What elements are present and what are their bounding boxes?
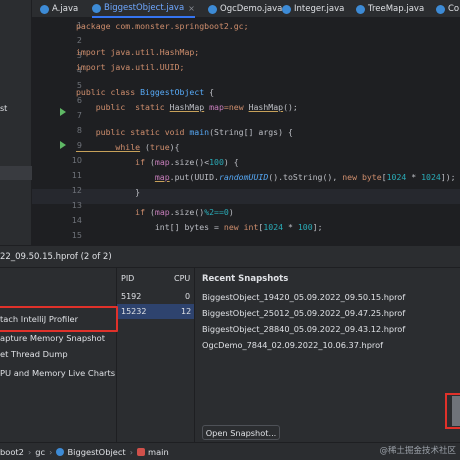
code-line-12: map.put(UUID.randomUUID().toString(), ne… (154, 172, 456, 182)
process-action-menu: tach IntelliJ Profiler apture Memory Sna… (0, 268, 117, 443)
watermark: @稀土掘金技术社区 (379, 446, 456, 456)
tab-treemap-java[interactable]: TreeMap.java (356, 0, 424, 18)
chevron-right-icon: › (27, 446, 32, 457)
breadcrumb-method[interactable]: main (148, 447, 169, 457)
breadcrumb-class[interactable]: BiggestObject (67, 447, 125, 457)
tab-ogcdemo-java[interactable]: OgcDemo.java (208, 0, 282, 18)
live-charts-item[interactable]: PU and Memory Live Charts (0, 368, 115, 378)
highlight-annotation-box-right (445, 393, 460, 429)
class-icon (56, 447, 65, 456)
snapshot-item[interactable]: BiggestObject_28840_05.09.2022_09.43.12.… (202, 324, 405, 334)
method-icon (137, 447, 146, 456)
line-number: 2 (76, 36, 82, 45)
breadcrumb-module[interactable]: boot2 (0, 447, 24, 457)
line-number: 7 (76, 111, 82, 120)
code-area[interactable]: package com.monster.springboot2.gc; impo… (76, 18, 460, 245)
close-icon[interactable]: × (188, 4, 195, 13)
project-tree-text: st (0, 104, 8, 113)
tab-integer-java[interactable]: Integer.java (282, 0, 344, 18)
code-editor[interactable]: A.java BiggestObject.java × OgcDemo.java … (32, 0, 460, 245)
chevron-right-icon: › (49, 446, 53, 457)
recent-snapshots-panel: Recent Snapshots BiggestObject_19420_05.… (196, 268, 460, 443)
run-main-icon[interactable] (60, 141, 66, 149)
open-snapshot-button[interactable]: Open Snapshot... (202, 425, 280, 440)
line-number: 10 (71, 156, 82, 165)
line-number: 6 (76, 96, 82, 105)
snapshot-tab-label[interactable]: 22_09.50.15.hprof (2 of 2) (0, 252, 112, 262)
code-line-13: } (76, 187, 141, 197)
class-icon (436, 4, 445, 14)
process-row[interactable]: 5192 0 (117, 289, 194, 304)
cpu-header: CPU (174, 274, 191, 283)
code-line-15: int[] bytes = new int[1024 * 100]; (76, 222, 323, 232)
class-icon (282, 4, 291, 14)
class-icon (356, 4, 365, 14)
process-row-selected[interactable]: 15232 12 (117, 304, 194, 319)
get-thread-dump-item[interactable]: et Thread Dump (0, 349, 68, 359)
class-icon (40, 4, 49, 14)
line-number: 3 (76, 51, 82, 60)
breadcrumb-package[interactable]: gc (35, 447, 45, 457)
line-number: 14 (71, 216, 82, 225)
line-number: 1 (76, 21, 82, 30)
snapshot-item[interactable]: BiggestObject_19420_05.09.2022_09.50.15.… (202, 292, 405, 302)
line-number: 9 (76, 141, 82, 150)
project-panel: st (0, 0, 32, 245)
line-number: 11 (71, 171, 82, 180)
class-icon (208, 4, 217, 14)
highlight-annotation-box (0, 306, 118, 332)
profiler-tool-window: 22_09.50.15.hprof (2 of 2) tach IntelliJ… (0, 245, 460, 443)
code-line-11: if (map.size()<100) { (76, 157, 239, 167)
snapshot-item[interactable]: BiggestObject_25012_05.09.2022_09.47.25.… (202, 308, 405, 318)
project-tree-selected-row[interactable] (0, 166, 32, 180)
line-number: 8 (76, 126, 82, 135)
code-line-6: public class BiggestObject { (76, 87, 215, 97)
code-line-1: package com.monster.springboot2.gc; (76, 21, 249, 31)
line-number: 12 (71, 186, 82, 195)
run-class-icon[interactable] (60, 108, 66, 116)
line-number: 4 (76, 66, 82, 75)
tool-window-header: 22_09.50.15.hprof (2 of 2) (0, 246, 460, 268)
tab-a-java[interactable]: A.java (40, 0, 78, 18)
line-number: 5 (76, 81, 82, 90)
recent-snapshots-title: Recent Snapshots (202, 274, 289, 284)
capture-memory-snapshot-item[interactable]: apture Memory Snapshot (0, 333, 105, 343)
tab-biggestobject-java[interactable]: BiggestObject.java × (92, 0, 195, 18)
process-list: PID CPU 5192 0 15232 12 (117, 268, 195, 443)
code-line-14: if (map.size()%2==0) (76, 207, 234, 217)
line-number: 15 (71, 231, 82, 240)
code-line-3: import java.util.HashMap; (76, 47, 200, 57)
line-number: 13 (71, 201, 82, 210)
pid-header: PID (121, 274, 135, 283)
code-line-10: while (true){ (76, 142, 180, 152)
code-line-7: public static HashMap map=new HashMap(); (76, 102, 298, 112)
snapshot-item[interactable]: OgcDemo_7844_02.09.2022_10.06.37.hprof (202, 340, 383, 350)
tab-co[interactable]: Co (436, 0, 459, 18)
chevron-right-icon: › (129, 446, 134, 457)
code-line-9: public static void main(String[] args) { (76, 127, 293, 137)
class-icon (92, 3, 101, 13)
code-line-4: import java.util.UUID; (76, 62, 185, 72)
editor-tabs: A.java BiggestObject.java × OgcDemo.java … (32, 0, 460, 18)
